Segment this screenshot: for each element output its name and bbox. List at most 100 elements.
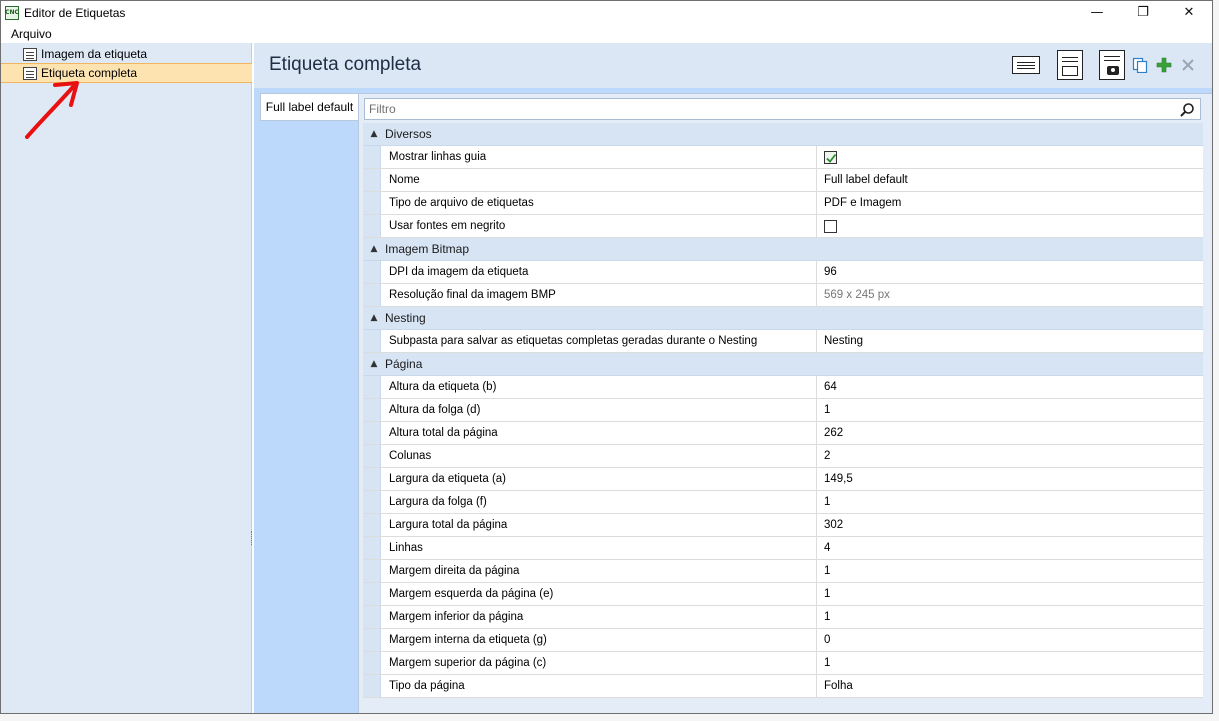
row-gutter bbox=[363, 192, 381, 214]
property-name: Largura da etiqueta (a) bbox=[381, 468, 817, 490]
property-value[interactable]: Folha bbox=[817, 675, 1203, 697]
property-row[interactable]: Linhas 4 bbox=[363, 537, 1203, 560]
property-value[interactable]: 4 bbox=[817, 537, 1203, 559]
property-row[interactable]: Largura da folga (f) 1 bbox=[363, 491, 1203, 514]
property-value[interactable]: 569 x 245 px bbox=[817, 284, 1203, 306]
property-value[interactable]: 1 bbox=[817, 560, 1203, 582]
tab-full-label-default[interactable]: Full label default bbox=[260, 93, 358, 121]
property-checkbox-cell[interactable] bbox=[817, 215, 1203, 237]
property-value[interactable]: 149,5 bbox=[817, 468, 1203, 490]
collapse-icon[interactable]: ▲ bbox=[363, 359, 385, 369]
add-button[interactable] bbox=[1154, 49, 1174, 81]
app-icon: CNC bbox=[5, 5, 19, 20]
category-row[interactable]: ▲ Imagem Bitmap bbox=[363, 238, 1203, 261]
property-value[interactable]: 1 bbox=[817, 606, 1203, 628]
property-row[interactable]: Mostrar linhas guia bbox=[363, 146, 1203, 169]
page-layout-icon bbox=[1057, 50, 1083, 80]
row-gutter bbox=[363, 284, 381, 306]
property-value[interactable]: 1 bbox=[817, 583, 1203, 605]
property-name: Altura da folga (d) bbox=[381, 399, 817, 421]
tree-item-imagem-da-etiqueta[interactable]: Imagem da etiqueta bbox=[1, 44, 252, 64]
property-row[interactable]: Margem esquerda da página (e) 1 bbox=[363, 583, 1203, 606]
copy-icon bbox=[1132, 57, 1148, 73]
search-icon[interactable] bbox=[1179, 102, 1195, 118]
property-row[interactable]: Subpasta para salvar as etiquetas comple… bbox=[363, 330, 1203, 353]
property-value[interactable]: Nesting bbox=[817, 330, 1203, 352]
property-row[interactable]: Margem direita da página 1 bbox=[363, 560, 1203, 583]
filter-input[interactable] bbox=[369, 102, 1169, 116]
page-layout-button[interactable] bbox=[1055, 49, 1085, 81]
row-gutter bbox=[363, 215, 381, 237]
property-row[interactable]: Tipo da página Folha bbox=[363, 675, 1203, 698]
tree-item-etiqueta-completa[interactable]: Etiqueta completa bbox=[1, 63, 252, 83]
page-title: Etiqueta completa bbox=[269, 54, 422, 75]
property-value[interactable]: 302 bbox=[817, 514, 1203, 536]
property-name: Mostrar linhas guia bbox=[381, 146, 817, 168]
property-value[interactable]: 96 bbox=[817, 261, 1203, 283]
copy-button[interactable] bbox=[1130, 49, 1150, 81]
collapse-icon[interactable]: ▲ bbox=[363, 313, 385, 323]
label-layout-icon bbox=[1012, 56, 1040, 74]
property-value[interactable]: 1 bbox=[817, 399, 1203, 421]
main-header: Etiqueta completa bbox=[254, 43, 1212, 88]
property-checkbox-cell[interactable] bbox=[817, 146, 1203, 168]
row-gutter bbox=[363, 422, 381, 444]
property-row[interactable]: Margem inferior da página 1 bbox=[363, 606, 1203, 629]
title-bar: CNC Editor de Etiquetas — ❐ ✕ bbox=[1, 1, 1212, 24]
property-name: Usar fontes em negrito bbox=[381, 215, 817, 237]
collapse-icon[interactable]: ▲ bbox=[363, 129, 385, 139]
property-value[interactable]: 64 bbox=[817, 376, 1203, 398]
property-grid: ▲ Diversos Mostrar linhas guia Nome Full lab… bbox=[363, 123, 1203, 698]
property-row[interactable]: Usar fontes em negrito bbox=[363, 215, 1203, 238]
delete-button[interactable] bbox=[1178, 49, 1198, 81]
property-content: ▲DiversosMostrar linhas guiaNomeFull lab… bbox=[358, 93, 1212, 713]
property-name: Margem esquerda da página (e) bbox=[381, 583, 817, 605]
category-row[interactable]: ▲ Diversos bbox=[363, 123, 1203, 146]
property-value[interactable]: 262 bbox=[817, 422, 1203, 444]
checkbox-checked[interactable] bbox=[824, 150, 837, 164]
category-row[interactable]: ▲ Página bbox=[363, 353, 1203, 376]
property-row[interactable]: Largura total da página 302 bbox=[363, 514, 1203, 537]
row-gutter bbox=[363, 514, 381, 536]
close-button[interactable]: ✕ bbox=[1166, 1, 1212, 24]
property-name: Largura total da página bbox=[381, 514, 817, 536]
property-name: Resolução final da imagem BMP bbox=[381, 284, 817, 306]
filter-box bbox=[364, 98, 1201, 120]
menu-arquivo[interactable]: Arquivo bbox=[11, 27, 52, 41]
property-row[interactable]: Resolução final da imagem BMP 569 x 245 p… bbox=[363, 284, 1203, 307]
property-name: Margem inferior da página bbox=[381, 606, 817, 628]
property-value[interactable]: 1 bbox=[817, 491, 1203, 513]
restore-button[interactable]: ❐ bbox=[1120, 1, 1166, 24]
property-value[interactable]: Full label default bbox=[817, 169, 1203, 191]
property-name: Tipo da página bbox=[381, 675, 817, 697]
photo-layout-button[interactable] bbox=[1097, 49, 1127, 81]
row-gutter bbox=[363, 376, 381, 398]
property-name: Colunas bbox=[381, 445, 817, 467]
row-gutter bbox=[363, 560, 381, 582]
property-value[interactable]: 1 bbox=[817, 652, 1203, 674]
property-name: Altura da etiqueta (b) bbox=[381, 376, 817, 398]
property-row[interactable]: Largura da etiqueta (a) 149,5 bbox=[363, 468, 1203, 491]
property-row[interactable]: Nome Full label default bbox=[363, 169, 1203, 192]
property-row[interactable]: Margem interna da etiqueta (g) 0 bbox=[363, 629, 1203, 652]
checkbox-unchecked[interactable] bbox=[824, 219, 837, 233]
property-value[interactable]: PDF e Imagem bbox=[817, 192, 1203, 214]
property-row[interactable]: Altura total da página 262 bbox=[363, 422, 1203, 445]
property-name: Subpasta para salvar as etiquetas comple… bbox=[381, 330, 817, 352]
property-name: Altura total da página bbox=[381, 422, 817, 444]
property-value[interactable]: 2 bbox=[817, 445, 1203, 467]
row-gutter bbox=[363, 468, 381, 490]
checkmark-icon bbox=[826, 153, 837, 163]
property-value[interactable]: 0 bbox=[817, 629, 1203, 651]
row-gutter bbox=[363, 606, 381, 628]
minimize-button[interactable]: — bbox=[1074, 1, 1120, 24]
category-row[interactable]: ▲ Nesting bbox=[363, 307, 1203, 330]
property-row[interactable]: Altura da etiqueta (b) 64 bbox=[363, 376, 1203, 399]
property-row[interactable]: Altura da folga (d) 1 bbox=[363, 399, 1203, 422]
property-row[interactable]: Colunas 2 bbox=[363, 445, 1203, 468]
collapse-icon[interactable]: ▲ bbox=[363, 244, 385, 254]
property-row[interactable]: Margem superior da página (c) 1 bbox=[363, 652, 1203, 675]
property-row[interactable]: Tipo de arquivo de etiquetas PDF e Imagem bbox=[363, 192, 1203, 215]
label-layout-button[interactable] bbox=[1011, 49, 1041, 81]
property-row[interactable]: DPI da imagem da etiqueta 96 bbox=[363, 261, 1203, 284]
